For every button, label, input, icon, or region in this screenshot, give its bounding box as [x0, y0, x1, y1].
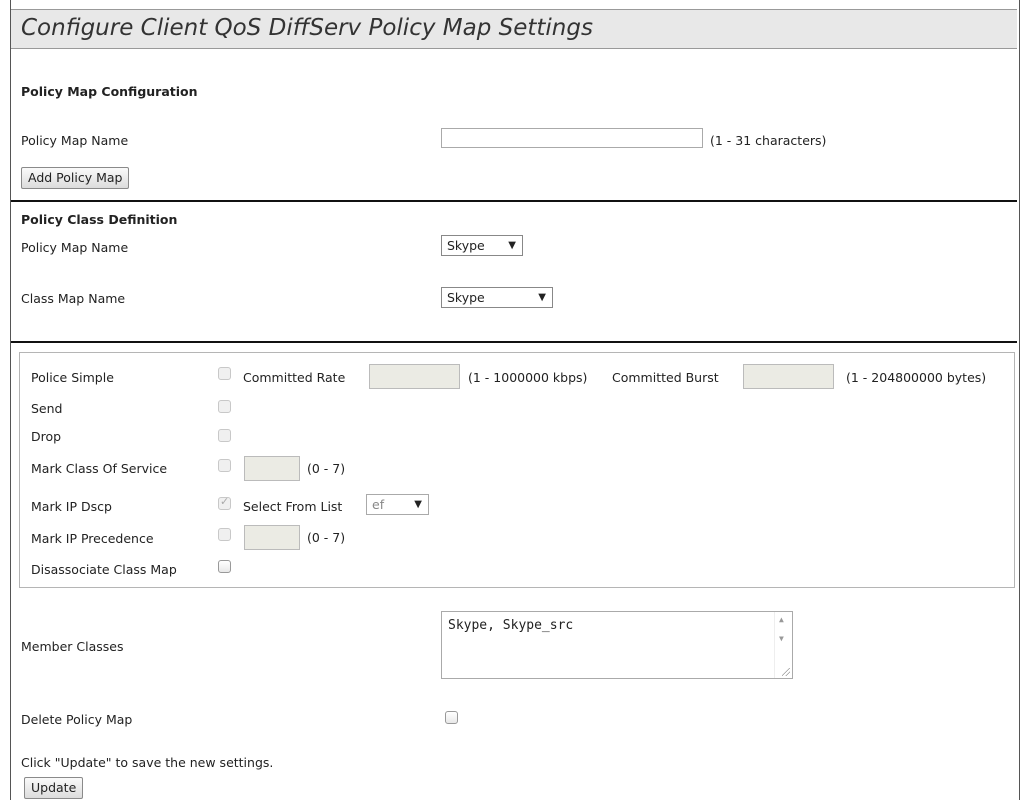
- delete-policy-map-label: Delete Policy Map: [21, 712, 133, 727]
- class-map-select[interactable]: Skype ▼: [441, 287, 553, 308]
- class-map-select-value: Skype: [447, 290, 485, 305]
- policy-map-name-input[interactable]: [441, 128, 703, 148]
- add-policy-map-button[interactable]: Add Policy Map: [21, 167, 130, 189]
- delete-policy-map-checkbox[interactable]: [445, 711, 458, 724]
- mark-precedence-input[interactable]: [244, 525, 300, 550]
- select-from-list-label: Select From List: [243, 499, 343, 514]
- member-classes-value: Skype, Skype_src: [448, 618, 574, 633]
- chevron-down-icon: ▼: [508, 240, 516, 251]
- policy-map-name-label-2: Policy Map Name: [21, 240, 129, 255]
- policy-actions-box: [19, 352, 1015, 588]
- policy-map-name-label: Policy Map Name: [21, 133, 129, 148]
- mark-cos-input[interactable]: [244, 456, 300, 481]
- committed-burst-input[interactable]: [743, 364, 834, 389]
- policy-map-select[interactable]: Skype ▼: [441, 235, 523, 256]
- policy-map-select-value: Skype: [447, 238, 485, 253]
- chevron-down-icon: ▼: [538, 292, 546, 303]
- disassociate-label: Disassociate Class Map: [31, 562, 177, 577]
- police-simple-checkbox[interactable]: [218, 367, 231, 380]
- committed-burst-label: Committed Burst: [612, 370, 719, 385]
- send-label: Send: [31, 401, 63, 416]
- class-map-name-label: Class Map Name: [21, 291, 126, 306]
- member-classes-textarea[interactable]: Skype, Skype_src ▲ ▼: [441, 611, 793, 679]
- mark-cos-label: Mark Class Of Service: [31, 461, 168, 476]
- policy-map-config-heading: Policy Map Configuration: [21, 84, 198, 99]
- drop-checkbox[interactable]: [218, 429, 231, 442]
- committed-burst-hint: (1 - 204800000 bytes): [846, 370, 987, 385]
- mark-dscp-checkbox[interactable]: [218, 495, 231, 510]
- policy-class-def-heading: Policy Class Definition: [21, 212, 178, 227]
- page-title: Configure Client QoS DiffServ Policy Map…: [21, 15, 593, 41]
- committed-rate-input[interactable]: [369, 364, 460, 389]
- mark-cos-checkbox[interactable]: [218, 459, 231, 472]
- disassociate-checkbox[interactable]: [218, 560, 231, 573]
- dscp-select[interactable]: ef ▼: [366, 494, 429, 515]
- committed-rate-label: Committed Rate: [243, 370, 346, 385]
- scroll-down-icon[interactable]: ▼: [779, 634, 784, 643]
- member-classes-label: Member Classes: [21, 639, 124, 654]
- update-note: Click "Update" to save the new settings.: [21, 755, 274, 770]
- update-button[interactable]: Update: [24, 777, 84, 799]
- policy-map-name-hint: (1 - 31 characters): [710, 133, 827, 148]
- resize-grip-icon[interactable]: [782, 668, 790, 676]
- mark-dscp-label: Mark IP Dscp: [31, 499, 112, 514]
- drop-label: Drop: [31, 429, 62, 444]
- section-divider: [11, 200, 1017, 202]
- section-divider: [11, 341, 1017, 343]
- send-checkbox[interactable]: [218, 400, 231, 413]
- title-bar: Configure Client QoS DiffServ Policy Map…: [11, 9, 1017, 49]
- committed-rate-hint: (1 - 1000000 kbps): [468, 370, 588, 385]
- mark-precedence-label: Mark IP Precedence: [31, 531, 154, 546]
- chevron-down-icon: ▼: [414, 499, 422, 510]
- scroll-up-icon[interactable]: ▲: [779, 615, 784, 624]
- mark-cos-hint: (0 - 7): [307, 461, 346, 476]
- police-simple-label: Police Simple: [31, 370, 114, 385]
- mark-precedence-checkbox[interactable]: [218, 528, 231, 541]
- dscp-select-value: ef: [372, 497, 385, 512]
- mark-precedence-hint: (0 - 7): [307, 530, 346, 545]
